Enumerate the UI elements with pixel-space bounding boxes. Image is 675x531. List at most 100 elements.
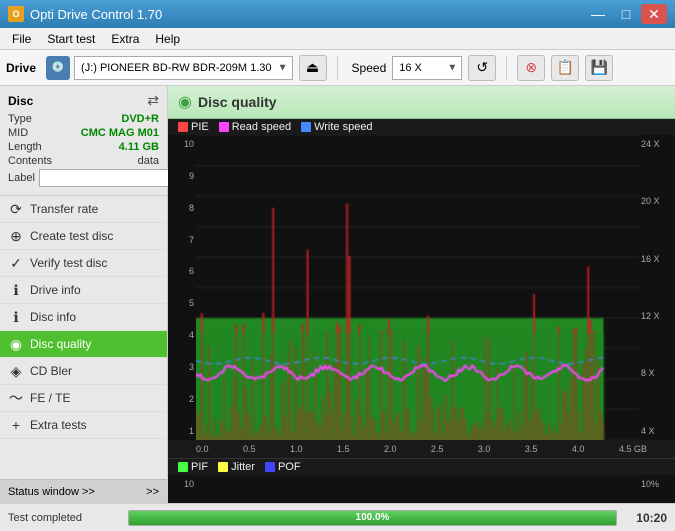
disc-contents-value: data	[138, 155, 159, 167]
content-header: ◉ Disc quality	[168, 86, 675, 119]
titlebar-controls: — □ ✕	[585, 4, 667, 24]
drive-icon: 💿	[46, 56, 70, 80]
main-layout: Disc ⇄ Type DVD+R MID CMC MAG M01 Length…	[0, 86, 675, 503]
sidebar-item-create-test-disc[interactable]: ⊕ Create test disc	[0, 223, 167, 250]
sidebar-item-drive-info[interactable]: ℹ Drive info	[0, 277, 167, 304]
verify-test-disc-icon: ✓	[8, 255, 24, 271]
menu-extra[interactable]: Extra	[103, 30, 147, 48]
disc-mid-label: MID	[8, 127, 28, 139]
statusbar: Test completed 100.0% 10:20	[0, 503, 675, 531]
chart2-y-axis: 10 9 8 7 6 5 4 3 2 1	[168, 475, 196, 503]
disc-type-row: Type DVD+R	[8, 113, 159, 125]
disc-length-value: 4.11 GB	[119, 141, 159, 153]
legend-pif: PIF	[178, 461, 208, 473]
sidebar-item-cd-bler[interactable]: ◈ CD Bler	[0, 358, 167, 385]
speed-dropdown-arrow: ▼	[447, 62, 457, 73]
disc-label-input[interactable]	[39, 169, 179, 187]
refresh-button[interactable]: ↺	[468, 55, 496, 81]
chart1-y-axis-right: 24 X 20 X 16 X 12 X 8 X 4 X	[639, 135, 675, 440]
speed-dropdown[interactable]: 16 X ▼	[392, 56, 462, 80]
drive-label: Drive	[6, 61, 36, 75]
copy-button[interactable]: 📋	[551, 55, 579, 81]
sidebar-label-verify-test-disc: Verify test disc	[30, 256, 107, 270]
drive-dropdown[interactable]: (J:) PIONEER BD-RW BDR-209M 1.30 ▼	[74, 56, 293, 80]
menu-help[interactable]: Help	[147, 30, 188, 48]
sidebar-label-fe-te: FE / TE	[30, 391, 70, 405]
disc-label-row: Label ⚙	[8, 169, 159, 187]
menu-file[interactable]: File	[4, 30, 39, 48]
speed-label: Speed	[352, 61, 387, 75]
chart2-canvas	[196, 475, 639, 503]
statusbar-text: Test completed	[0, 512, 120, 524]
legend-jitter-dot	[218, 462, 228, 472]
chart1-y-axis: 10 9 8 7 6 5 4 3 2 1	[168, 135, 196, 440]
progress-container: 100.0%	[128, 510, 617, 526]
cd-bler-icon: ◈	[8, 363, 24, 379]
legend-jitter-label: Jitter	[231, 461, 255, 473]
maximize-button[interactable]: □	[613, 4, 639, 24]
disc-info-icon: ℹ	[8, 309, 24, 325]
drive-dropdown-arrow: ▼	[278, 62, 288, 73]
legend-pif-label: PIF	[191, 461, 208, 473]
sidebar-label-cd-bler: CD Bler	[30, 364, 72, 378]
titlebar: O Opti Drive Control 1.70 — □ ✕	[0, 0, 675, 28]
disc-contents-row: Contents data	[8, 155, 159, 167]
chart2-legend: PIF Jitter POF	[168, 459, 675, 475]
sidebar-label-transfer-rate: Transfer rate	[30, 202, 98, 216]
chart1-x-labels: 0.0 0.5 1.0 1.5 2.0 2.5 3.0 3.5 4.0 4.5 …	[196, 444, 647, 454]
chart2-area: 10 9 8 7 6 5 4 3 2 1 10% 8%	[168, 475, 675, 503]
minimize-button[interactable]: —	[585, 4, 611, 24]
time-display: 10:20	[625, 511, 675, 525]
eject-button[interactable]: ⏏	[299, 55, 327, 81]
menu-starttest[interactable]: Start test	[39, 30, 103, 48]
erase-button[interactable]: ⊗	[517, 55, 545, 81]
legend-pie-label: PIE	[191, 121, 209, 133]
legend-read-label: Read speed	[232, 121, 291, 133]
drive-info-icon: ℹ	[8, 282, 24, 298]
disc-length-row: Length 4.11 GB	[8, 141, 159, 153]
disc-label-label: Label	[8, 172, 35, 184]
legend-pie: PIE	[178, 121, 209, 133]
titlebar-left: O Opti Drive Control 1.70	[8, 6, 162, 22]
app-title: Opti Drive Control 1.70	[30, 7, 162, 22]
disc-type-value: DVD+R	[121, 113, 159, 125]
sidebar-item-transfer-rate[interactable]: ⟳ Transfer rate	[0, 196, 167, 223]
sidebar-label-disc-quality: Disc quality	[30, 337, 91, 351]
sidebar-item-disc-quality[interactable]: ◉ Disc quality	[0, 331, 167, 358]
chart1-x-axis: 0.0 0.5 1.0 1.5 2.0 2.5 3.0 3.5 4.0 4.5 …	[168, 440, 675, 458]
disc-header: Disc ⇄	[8, 92, 159, 109]
disc-title: Disc	[8, 94, 33, 108]
menubar: File Start test Extra Help	[0, 28, 675, 50]
save-button[interactable]: 💾	[585, 55, 613, 81]
legend-read-dot	[219, 122, 229, 132]
disc-mid-row: MID CMC MAG M01	[8, 127, 159, 139]
chart1-area: 10 9 8 7 6 5 4 3 2 1 24 X 20 X	[168, 135, 675, 440]
disc-refresh-icon[interactable]: ⇄	[147, 92, 159, 109]
sidebar-item-verify-test-disc[interactable]: ✓ Verify test disc	[0, 250, 167, 277]
sidebar-label-create-test-disc: Create test disc	[30, 229, 113, 243]
close-button[interactable]: ✕	[641, 4, 667, 24]
sidebar-menu: ⟳ Transfer rate ⊕ Create test disc ✓ Ver…	[0, 196, 167, 479]
legend-pif-dot	[178, 462, 188, 472]
disc-quality-icon: ◉	[8, 336, 24, 352]
sidebar-label-drive-info: Drive info	[30, 283, 81, 297]
chart1-canvas	[196, 135, 639, 440]
fe-te-icon: 〜	[8, 390, 24, 406]
status-window-arrow: >>	[146, 486, 159, 498]
sidebar-item-disc-info[interactable]: ℹ Disc info	[0, 304, 167, 331]
content-area: ◉ Disc quality PIE Read speed	[168, 86, 675, 503]
disc-quality-header-icon: ◉	[178, 92, 192, 112]
sidebar-item-fe-te[interactable]: 〜 FE / TE	[0, 385, 167, 412]
legend-pie-dot	[178, 122, 188, 132]
sidebar-item-extra-tests[interactable]: + Extra tests	[0, 412, 167, 439]
chart1-legend: PIE Read speed Write speed	[168, 119, 675, 135]
legend-pof-label: POF	[278, 461, 301, 473]
status-window-label: Status window >>	[8, 486, 95, 498]
toolbar: Drive 💿 (J:) PIONEER BD-RW BDR-209M 1.30…	[0, 50, 675, 86]
toolbar-sep-2	[506, 56, 507, 80]
chart2-y-axis-right: 10% 8% 6% 4% 2%	[639, 475, 675, 503]
legend-pof-dot	[265, 462, 275, 472]
disc-contents-label: Contents	[8, 155, 52, 167]
sidebar-label-extra-tests: Extra tests	[30, 418, 87, 432]
status-window-button[interactable]: Status window >> >>	[0, 479, 167, 503]
